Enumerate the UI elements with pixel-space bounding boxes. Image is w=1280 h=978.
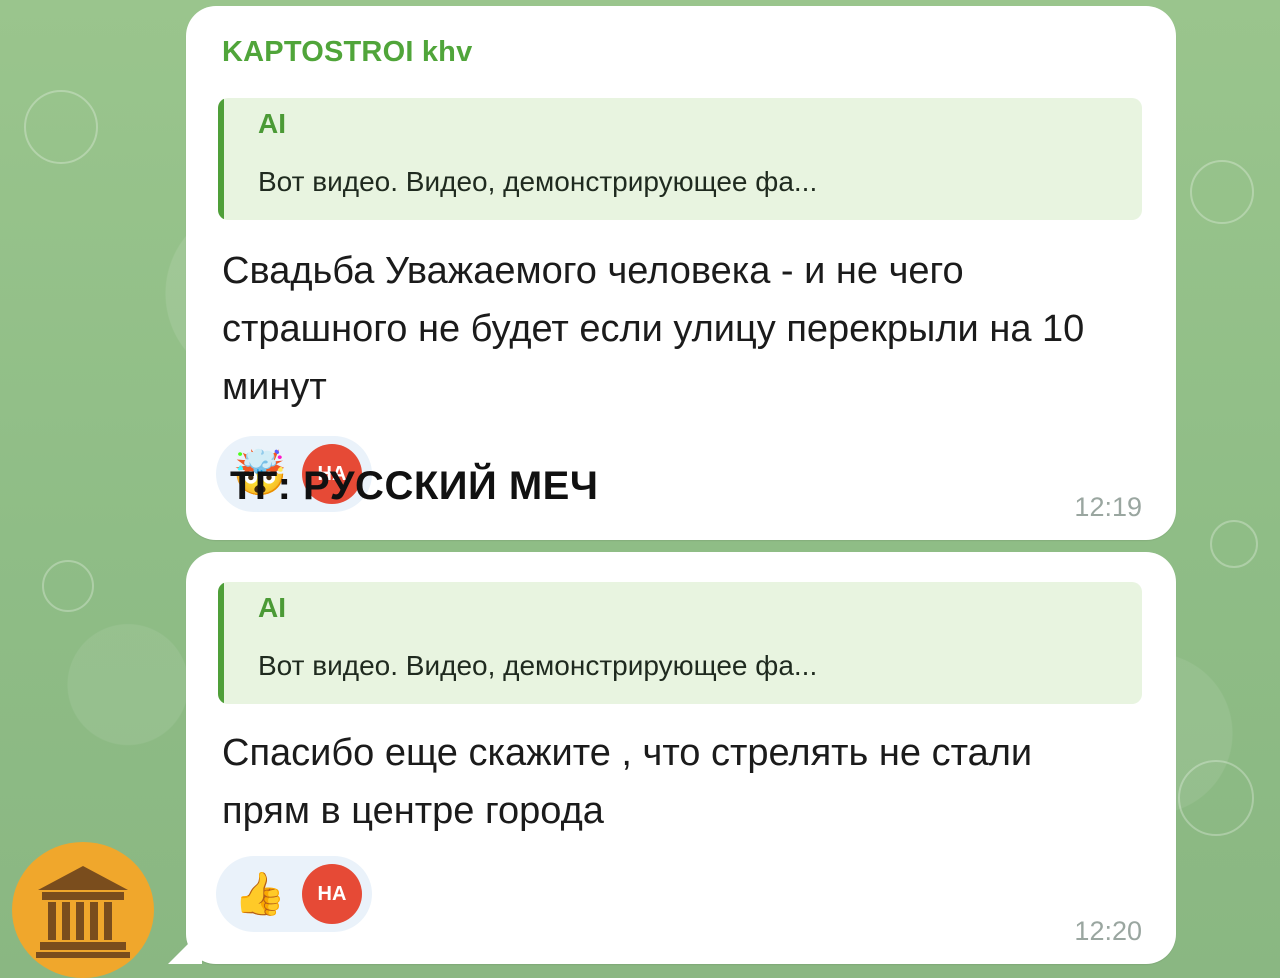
wallpaper-doodle xyxy=(24,90,98,164)
message-time: 12:19 xyxy=(1074,492,1142,522)
channel-avatar[interactable] xyxy=(12,842,154,978)
reply-quote[interactable]: AI Вот видео. Видео, демонстрирующее фа.… xyxy=(218,98,1142,220)
wallpaper-doodle xyxy=(42,560,94,612)
quote-author: AI xyxy=(258,108,286,139)
thumbs-up-emoji-icon[interactable]: 👍 xyxy=(230,864,290,924)
quote-author: AI xyxy=(258,592,286,623)
reaction-avatar[interactable]: НА xyxy=(302,864,362,924)
message-text: Спасибо еще скажите , что стрелять не ст… xyxy=(222,732,1033,832)
sender-name[interactable]: KAPTOSTROI khv xyxy=(222,36,472,69)
courthouse-icon xyxy=(36,866,130,958)
reply-quote[interactable]: AI Вот видео. Видео, демонстрирующее фа.… xyxy=(218,582,1142,704)
message-bubble[interactable]: KAPTOSTROI khv AI Вот видео. Видео, демо… xyxy=(186,6,1176,540)
wallpaper-doodle xyxy=(1190,160,1254,224)
channel-watermark: ТГ: РУССКИЙ МЕЧ xyxy=(230,464,599,508)
message-text: Свадьба Уважаемого человека - и не чего … xyxy=(222,250,1085,408)
wallpaper-doodle xyxy=(1178,760,1254,836)
message-bubble[interactable]: AI Вот видео. Видео, демонстрирующее фа.… xyxy=(186,552,1176,964)
message-time: 12:20 xyxy=(1074,916,1142,946)
quote-text: Вот видео. Видео, демонстрирующее фа... xyxy=(258,166,818,197)
quote-text: Вот видео. Видео, демонстрирующее фа... xyxy=(258,650,818,681)
reactions-bar[interactable]: 👍 НА xyxy=(216,856,372,932)
wallpaper-doodle xyxy=(1210,520,1258,568)
